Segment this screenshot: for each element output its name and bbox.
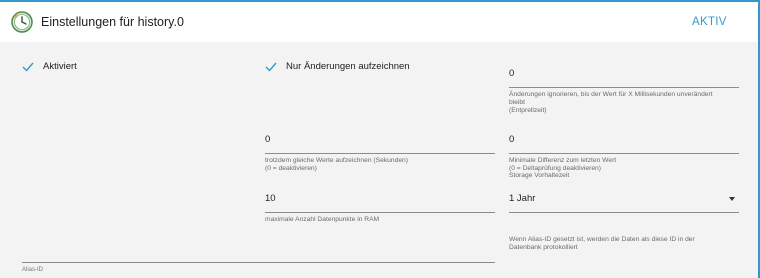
record-same-values-input[interactable]: 0 [265, 134, 495, 154]
retention-value: 1 Jahr [509, 193, 536, 204]
check-icon [22, 62, 34, 72]
record-same-values-help: trotzdem gleiche Werte aufzeichnen (Seku… [265, 157, 497, 173]
max-points-underline [265, 212, 495, 213]
caret-down-icon [729, 197, 735, 201]
clock-icon [11, 11, 33, 33]
enabled-checkbox[interactable]: Aktiviert [22, 61, 77, 72]
changes-only-checkbox[interactable]: Nur Änderungen aufzeichnen [265, 61, 410, 72]
record-same-values-underline [265, 153, 495, 154]
check-icon [265, 62, 277, 72]
min-difference-underline [509, 153, 739, 154]
debounce-help-line1: Änderungen ignorieren, bis der Wert für … [509, 91, 713, 98]
debounce-help: Änderungen ignorieren, bis der Wert für … [509, 91, 741, 116]
alias-input[interactable] [22, 262, 495, 263]
min-difference-help: Minimale Differenz zum letzten Wert (0 =… [509, 157, 741, 173]
alias-help-line2: Datenbank protokolliert [509, 244, 578, 252]
record-same-values-help-line2: (0 = deaktivieren) [265, 165, 317, 173]
debounce-value: 0 [509, 68, 515, 79]
retention-label: Storage Vorhaltezeit [509, 172, 570, 179]
max-points-value: 10 [265, 193, 276, 204]
retention-select[interactable]: 1 Jahr [509, 193, 739, 213]
dialog-header: Einstellungen für history.0 AKTIV [0, 2, 760, 42]
dialog-title: Einstellungen für history.0 [41, 15, 184, 29]
debounce-help-line3: (Entprellzeit) [509, 107, 547, 115]
min-difference-input[interactable]: 0 [509, 134, 739, 154]
record-same-values-value: 0 [265, 134, 271, 145]
max-points-help: maximale Anzahl Datenpunkte in RAM [265, 216, 380, 223]
changes-only-label: Nur Änderungen aufzeichnen [286, 61, 410, 72]
debounce-underline [509, 87, 739, 88]
alias-help-line1: Wenn Alias-ID gesetzt ist, werden die Da… [509, 236, 695, 243]
enabled-label: Aktiviert [43, 61, 77, 72]
min-difference-value: 0 [509, 134, 515, 145]
status-toggle[interactable]: AKTIV [692, 16, 727, 28]
alias-help: Wenn Alias-ID gesetzt ist, werden die Da… [509, 236, 741, 252]
alias-label: Alias-ID [22, 267, 44, 273]
debounce-input[interactable]: 0 [509, 68, 739, 88]
retention-underline [509, 212, 739, 213]
record-same-values-help-line1: trotzdem gleiche Werte aufzeichnen (Seku… [265, 157, 408, 164]
min-difference-help-line1: Minimale Differenz zum letzten Wert [509, 157, 617, 164]
debounce-help-line2: bleibt [509, 99, 525, 107]
max-points-input[interactable]: 10 [265, 193, 495, 213]
